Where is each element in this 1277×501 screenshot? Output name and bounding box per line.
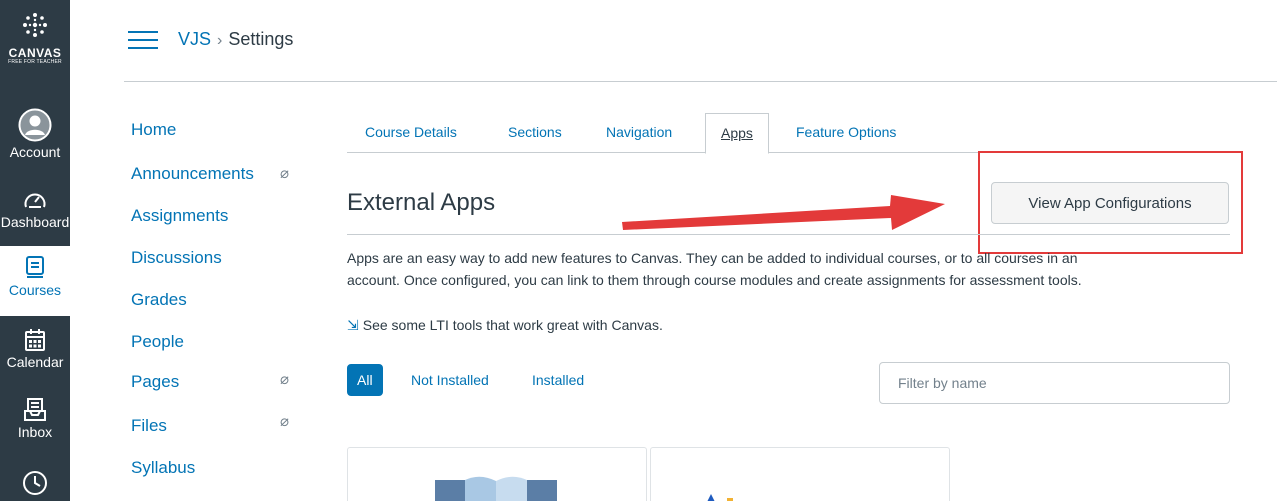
global-nav-courses[interactable]: Courses: [0, 246, 70, 316]
breadcrumb: VJS › Settings: [178, 29, 293, 50]
inbox-icon: [24, 398, 46, 421]
app-card[interactable]: [650, 447, 950, 501]
annotation-highlight-box: [978, 151, 1243, 254]
global-nav-label: Account: [9, 144, 61, 160]
course-nav-label: Pages: [131, 372, 180, 391]
logo-wordmark: CANVAS: [8, 46, 62, 60]
global-nav-dashboard[interactable]: Dashboard: [0, 190, 70, 230]
app-card[interactable]: [347, 447, 647, 501]
global-nav-label: Courses: [8, 282, 62, 298]
breadcrumb-current: Settings: [228, 29, 294, 49]
lti-link-label: See some LTI tools that work great with …: [362, 317, 663, 333]
hamburger-menu-icon[interactable]: [128, 31, 158, 51]
hidden-eye-icon: ⌀: [280, 413, 290, 430]
account-icon: [18, 108, 52, 142]
description-line: Apps are an easy way to add new features…: [347, 250, 1078, 266]
course-nav-assignments[interactable]: Assignments: [131, 206, 311, 226]
course-nav-files[interactable]: Files ⌀: [131, 413, 311, 436]
course-nav-announcements[interactable]: Announcements ⌀: [131, 164, 311, 184]
filter-installed-button[interactable]: Installed: [522, 364, 594, 396]
breadcrumb-course-link[interactable]: VJS: [178, 29, 211, 49]
dashboard-icon: [24, 193, 46, 208]
course-nav-label: Files: [131, 416, 167, 435]
course-nav-discussions[interactable]: Discussions: [131, 248, 311, 268]
global-nav-account[interactable]: Account: [0, 108, 70, 160]
filter-not-installed-button[interactable]: Not Installed: [401, 364, 499, 396]
global-nav-label: Inbox: [17, 424, 53, 440]
tab-apps[interactable]: Apps: [705, 113, 769, 154]
canvas-logo-icon: [23, 13, 47, 37]
description-line: account. Once configured, you can link t…: [347, 272, 1082, 288]
course-nav-people[interactable]: People: [131, 332, 311, 352]
tab-feature-options[interactable]: Feature Options: [796, 124, 896, 140]
filter-by-name-input[interactable]: [879, 362, 1230, 404]
global-nav: CANVAS FREE FOR TEACHER Account Dashboar…: [0, 0, 70, 501]
filter-all-button[interactable]: All: [347, 364, 383, 396]
apps-description: Apps are an easy way to add new features…: [347, 247, 1082, 291]
global-nav-label: Calendar: [6, 354, 64, 370]
annotation-arrow-icon: [622, 195, 945, 230]
course-nav-label: Announcements: [131, 164, 254, 183]
settings-tabs: Course Details Sections Navigation Apps …: [347, 113, 1230, 154]
course-nav-home[interactable]: Home: [131, 120, 311, 140]
hidden-eye-icon: ⌀: [280, 165, 290, 182]
header-divider: [124, 81, 1277, 82]
course-nav-grades[interactable]: Grades: [131, 290, 311, 310]
app-logo-icon: [707, 494, 733, 501]
global-nav-history[interactable]: [0, 470, 70, 498]
tab-navigation[interactable]: Navigation: [606, 124, 672, 140]
canvas-logo[interactable]: CANVAS FREE FOR TEACHER: [0, 12, 70, 66]
global-nav-inbox[interactable]: Inbox: [0, 398, 70, 440]
app-book-icon: [435, 476, 557, 501]
courses-icon: [26, 256, 44, 278]
hidden-eye-icon: ⌀: [280, 371, 290, 388]
logo-subtitle: FREE FOR TEACHER: [8, 59, 62, 65]
calendar-icon: [25, 329, 45, 351]
tab-course-details[interactable]: Course Details: [365, 124, 457, 140]
breadcrumb-separator: ›: [217, 32, 223, 49]
lti-tools-link[interactable]: ⇲ See some LTI tools that work great with…: [347, 317, 663, 334]
external-apps-heading: External Apps: [347, 189, 496, 216]
global-nav-calendar[interactable]: Calendar: [0, 328, 70, 370]
global-nav-label: Dashboard: [0, 214, 70, 230]
tab-sections[interactable]: Sections: [508, 124, 562, 140]
external-link-icon: ⇲: [347, 317, 359, 333]
course-nav-syllabus[interactable]: Syllabus: [131, 458, 311, 478]
history-icon: [23, 471, 47, 495]
course-nav-pages[interactable]: Pages ⌀: [131, 371, 311, 392]
